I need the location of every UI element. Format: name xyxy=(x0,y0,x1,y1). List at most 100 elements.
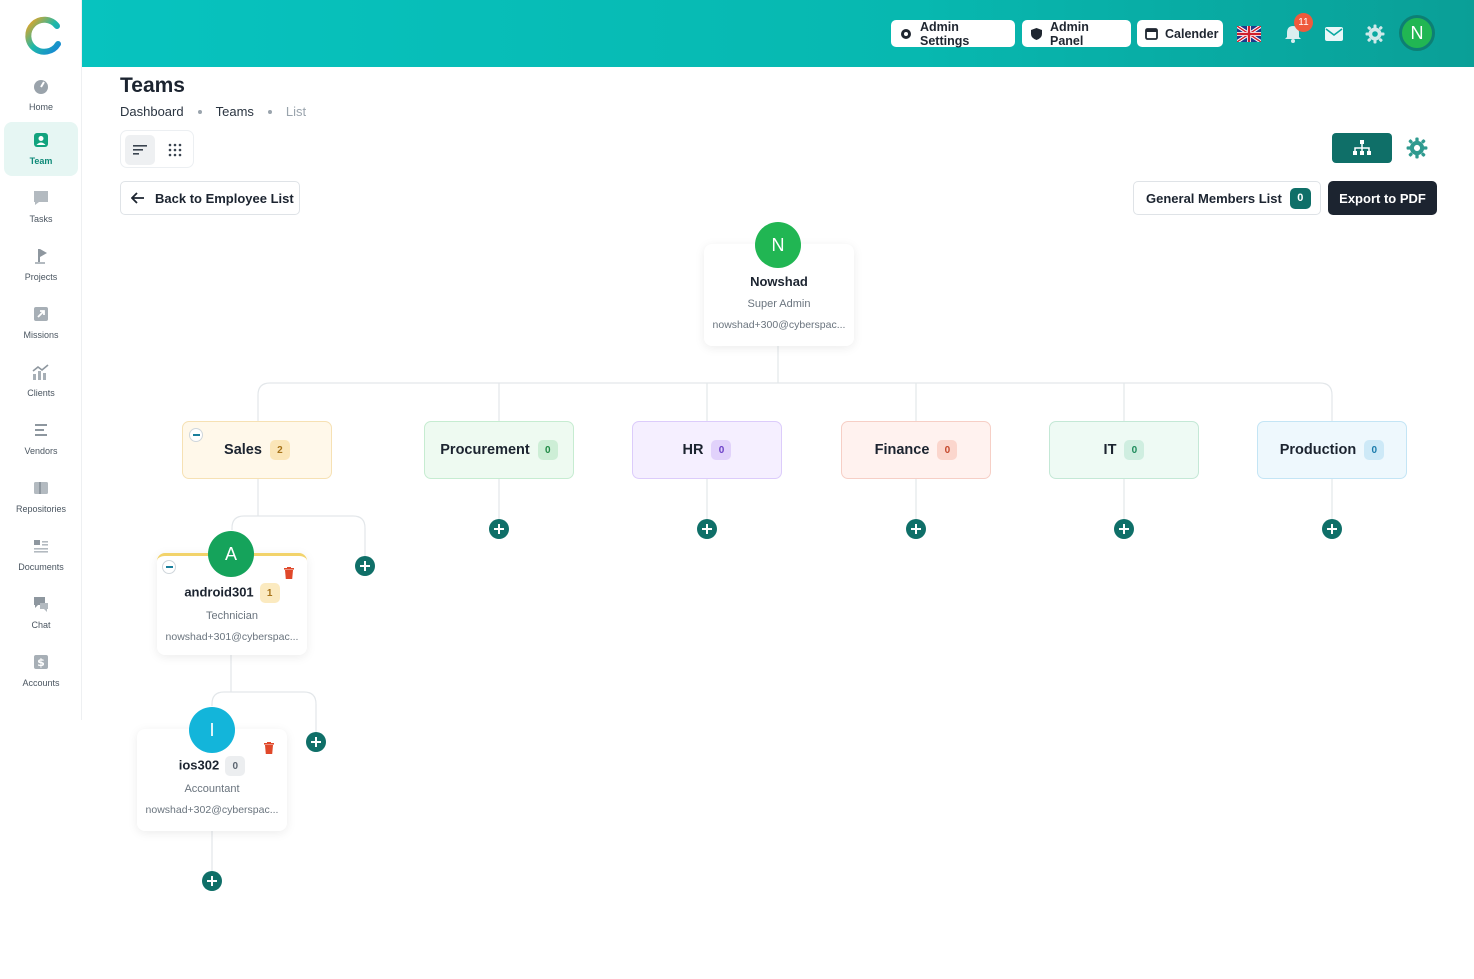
sidebar-item-label: Chat xyxy=(31,620,51,630)
mail-icon[interactable] xyxy=(1322,22,1346,46)
sidebar-item-label: Vendors xyxy=(24,446,58,456)
collapse-android301-button[interactable] xyxy=(162,560,176,574)
breadcrumb-teams[interactable]: Teams xyxy=(216,104,254,119)
sidebar-item-label: Documents xyxy=(18,562,64,572)
admin-panel-button[interactable]: Admin Panel xyxy=(1022,19,1131,48)
shield-icon xyxy=(1031,27,1042,40)
department-count: 0 xyxy=(537,440,558,460)
grid-dots-icon xyxy=(168,143,182,157)
sidebar-item-team[interactable]: Team xyxy=(4,122,78,176)
person-email: nowshad+300@cyberspac... xyxy=(712,319,846,331)
gear-icon xyxy=(901,28,911,39)
admin-settings-button[interactable]: Admin Settings xyxy=(891,19,1015,48)
department-sales[interactable]: Sales 2 xyxy=(182,421,332,479)
sidebar-item-label: Home xyxy=(28,102,53,112)
add-member-production-button[interactable] xyxy=(1322,519,1342,539)
breadcrumb-dashboard[interactable]: Dashboard xyxy=(120,104,184,119)
add-member-finance-button[interactable] xyxy=(906,519,926,539)
person-email: nowshad+302@cyberspac... xyxy=(145,804,279,816)
settings-gear-icon[interactable] xyxy=(1363,22,1387,46)
department-it[interactable]: IT 0 xyxy=(1049,421,1199,479)
app-logo[interactable] xyxy=(24,16,64,56)
admin-settings-label: Admin Settings xyxy=(920,19,970,48)
person-name: ios302 xyxy=(178,757,220,773)
chart-settings-gear-icon[interactable] xyxy=(1406,137,1428,159)
view-toggle xyxy=(120,130,194,168)
calendar-icon xyxy=(1145,28,1158,40)
top-header xyxy=(82,0,1474,67)
department-name: IT xyxy=(1103,442,1117,458)
add-member-it-button[interactable] xyxy=(1114,519,1134,539)
sidebar-item-clients[interactable]: Clients xyxy=(4,354,78,408)
sidebar-item-home[interactable]: Home xyxy=(4,68,78,122)
sidebar-item-tasks[interactable]: Tasks xyxy=(4,180,78,234)
add-member-sales-button[interactable] xyxy=(355,556,375,576)
chat-icon xyxy=(31,594,51,614)
collapse-sales-button[interactable] xyxy=(189,428,203,442)
member-avatar-android301: A xyxy=(208,531,254,577)
add-member-under-android301-button[interactable] xyxy=(306,732,326,752)
user-avatar[interactable]: N xyxy=(1399,15,1435,51)
person-count: 1 xyxy=(259,583,280,603)
sidebar-item-projects[interactable]: Projects xyxy=(4,238,78,292)
notification-badge: 11 xyxy=(1294,13,1313,32)
member-name-row: android301 1 xyxy=(157,583,307,603)
grid-view-button[interactable] xyxy=(160,135,190,165)
department-name: Finance xyxy=(874,442,930,458)
add-member-under-ios302-button[interactable] xyxy=(202,871,222,891)
sidebar-item-repositories[interactable]: Repositories xyxy=(4,470,78,524)
hierarchy-icon xyxy=(1353,140,1371,155)
department-procurement[interactable]: Procurement 0 xyxy=(424,421,574,479)
list-icon xyxy=(31,420,51,440)
dollar-icon: $ xyxy=(31,652,51,672)
sidebar-item-label: Clients xyxy=(27,388,55,398)
member-name-row: ios302 0 xyxy=(137,756,287,776)
general-members-list-button[interactable]: General Members List 0 xyxy=(1133,181,1321,215)
sidebar-item-label: Accounts xyxy=(22,678,60,688)
sidebar-item-chat[interactable]: Chat xyxy=(4,586,78,640)
org-chart-view-button[interactable] xyxy=(1332,133,1392,163)
uk-flag-icon[interactable] xyxy=(1237,22,1261,46)
sidebar-item-label: Tasks xyxy=(29,214,53,224)
department-count: 0 xyxy=(1124,440,1145,460)
arrow-up-right-icon xyxy=(31,304,51,324)
user-badge-icon xyxy=(31,130,51,150)
person-role: Technician xyxy=(206,610,258,622)
department-name: Sales xyxy=(224,442,262,458)
breadcrumb-separator xyxy=(197,109,202,114)
department-hr[interactable]: HR 0 xyxy=(632,421,782,479)
admin-panel-label: Admin Panel xyxy=(1050,19,1089,48)
department-name: HR xyxy=(682,442,704,458)
sidebar-item-accounts[interactable]: $ Accounts xyxy=(4,644,78,698)
sidebar-item-documents[interactable]: Documents xyxy=(4,528,78,582)
sidebar-item-label: Projects xyxy=(24,272,58,282)
person-count: 0 xyxy=(225,756,246,776)
add-member-hr-button[interactable] xyxy=(697,519,717,539)
delete-android301-trash-icon[interactable] xyxy=(284,567,294,579)
sidebar-item-missions[interactable]: Missions xyxy=(4,296,78,350)
member-avatar-ios302: I xyxy=(189,707,235,753)
breadcrumb: Dashboard Teams List xyxy=(120,104,306,119)
person-role: Accountant xyxy=(184,783,240,795)
list-lines-icon xyxy=(133,145,147,155)
gauge-icon xyxy=(31,76,51,96)
sidebar-item-label: Repositories xyxy=(15,504,67,514)
department-name: Production xyxy=(1279,442,1357,458)
chat-square-icon xyxy=(31,188,51,208)
back-label: Back to Employee List xyxy=(155,190,294,206)
tree-connectors xyxy=(211,345,1333,871)
general-members-label: General Members List xyxy=(1146,190,1282,206)
sidebar-item-label: Missions xyxy=(23,330,59,340)
calender-button[interactable]: Calender xyxy=(1137,20,1223,47)
back-to-employee-list-button[interactable]: Back to Employee List xyxy=(120,181,300,215)
breadcrumb-separator xyxy=(267,109,272,114)
list-view-button[interactable] xyxy=(125,135,155,165)
delete-ios302-trash-icon[interactable] xyxy=(264,742,274,754)
department-finance[interactable]: Finance 0 xyxy=(841,421,991,479)
export-pdf-button[interactable]: Export to PDF xyxy=(1328,181,1437,215)
person-name: Nowshad xyxy=(750,274,808,289)
sidebar-item-vendors[interactable]: Vendors xyxy=(4,412,78,466)
add-member-procurement-button[interactable] xyxy=(489,519,509,539)
department-production[interactable]: Production 0 xyxy=(1257,421,1407,479)
flag-icon xyxy=(31,246,51,266)
